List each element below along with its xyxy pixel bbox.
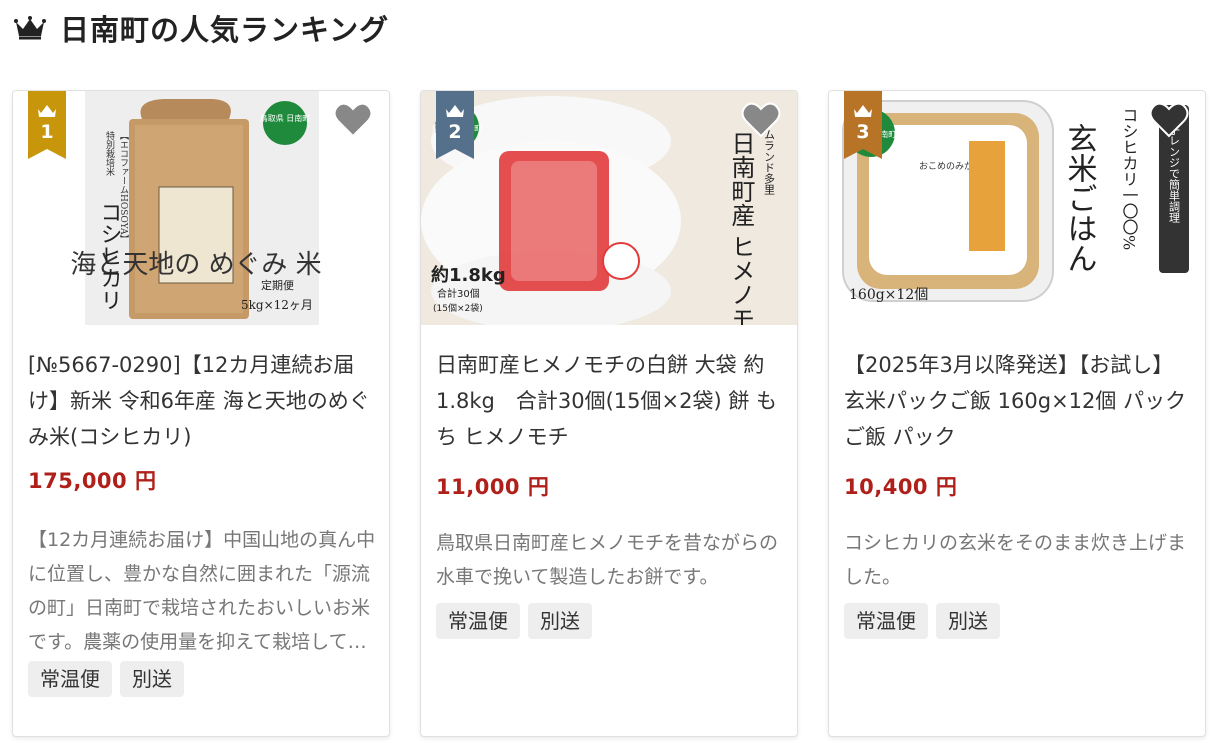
tag-list: 常温便 別送 bbox=[844, 603, 1000, 639]
package-sub-text: コシヒカリ一〇〇% bbox=[1120, 107, 1139, 250]
rank-number: 1 bbox=[40, 121, 54, 143]
product-card[interactable]: 海と天地の めぐみ 米 特別栽培米 【エコファームHOSOYA】 コシヒカリ 定… bbox=[12, 90, 390, 737]
product-price: 10,400 円 bbox=[844, 475, 958, 499]
product-description: コシヒカリの玄米をそのまま炊き上げました。 bbox=[844, 532, 1187, 588]
product-price: 11,000 円 bbox=[436, 475, 550, 499]
product-description: 【12カ月連続お届け】中国山地の真ん中に位置し、豊かな自然に囲まれた「源流の町」… bbox=[28, 529, 376, 653]
tag-separate-shipping: 別送 bbox=[120, 661, 184, 697]
tag-shipping-type: 常温便 bbox=[28, 661, 112, 697]
rank-badge: 2 bbox=[436, 91, 474, 159]
tag-list: 常温便 別送 bbox=[436, 603, 592, 639]
tag-separate-shipping: 別送 bbox=[936, 603, 1000, 639]
rank-number: 2 bbox=[448, 121, 462, 143]
favorite-button[interactable] bbox=[1149, 101, 1189, 139]
product-title[interactable]: 【2025年3月以降発送】【お試し】玄米パックご飯 160g×12個 パックご飯… bbox=[844, 347, 1194, 455]
product-title[interactable]: 日南町産ヒメノモチの白餅 大袋 約1.8kg 合計30個(15個×2袋) 餅 も… bbox=[436, 347, 786, 455]
pack-size-text: 160g×12個 bbox=[849, 287, 928, 303]
rank-badge: 1 bbox=[28, 91, 66, 159]
crown-icon bbox=[14, 16, 46, 40]
heart-icon bbox=[1149, 102, 1189, 138]
rank-number: 3 bbox=[856, 121, 870, 143]
page-header: 日南町の人気ランキング bbox=[14, 8, 389, 48]
favorite-button[interactable] bbox=[333, 101, 373, 139]
heart-icon bbox=[741, 102, 781, 138]
count-text: 合計30個 bbox=[437, 287, 480, 300]
page-title: 日南町の人気ランキング bbox=[60, 13, 390, 47]
product-card[interactable]: 日南町産 ヒメノモチの白餅 大袋 ホームランド多里 約1.8kg 合計30個 (… bbox=[420, 90, 798, 737]
area-seal-text: 鳥取県 日南町 bbox=[260, 113, 311, 123]
tag-shipping-type: 常温便 bbox=[844, 603, 928, 639]
heart-icon bbox=[333, 102, 373, 138]
package-heading: 玄米ごはん bbox=[1062, 123, 1097, 273]
product-price: 175,000 円 bbox=[28, 469, 157, 493]
tag-separate-shipping: 別送 bbox=[528, 603, 592, 639]
breakdown-text: (15個×2袋) bbox=[433, 302, 483, 314]
tag-list: 常温便 別送 bbox=[28, 661, 184, 697]
tag-shipping-type: 常温便 bbox=[436, 603, 520, 639]
bag-type-text: 特別栽培米 bbox=[104, 130, 115, 177]
product-description: 鳥取県日南町産ヒメノモチを昔ながらの水車で挽いて製造したお餅です。 bbox=[436, 532, 779, 588]
rank-badge: 3 bbox=[844, 91, 882, 159]
product-card[interactable]: おこめのみかた 玄米ごはん コシヒカリ一〇〇% 電子レンジで簡単調理 160g×… bbox=[828, 90, 1206, 737]
product-title[interactable]: [№5667-0290]【12カ月連続お届け】新米 令和6年産 海と天地のめぐみ… bbox=[28, 347, 378, 455]
weight-text: 約1.8kg bbox=[431, 264, 506, 286]
delivery-text: 定期便 bbox=[261, 278, 294, 292]
favorite-button[interactable] bbox=[741, 101, 781, 139]
package-heading: 日南町産 ヒメノモチの白餅 大袋 bbox=[727, 131, 755, 325]
bag-name-text: コシヒカリ bbox=[97, 201, 122, 311]
quantity-text: 5kg×12ヶ月 bbox=[241, 298, 313, 312]
